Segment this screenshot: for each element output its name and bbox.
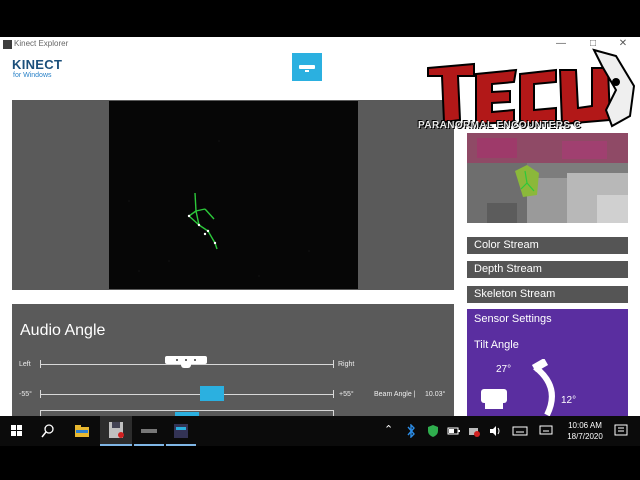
kinect-logo-subtitle: for Windows — [13, 72, 52, 79]
clock-date: 18/7/2020 — [567, 432, 603, 441]
source-angle-track — [40, 410, 334, 411]
tilt-gauge-icon[interactable] — [475, 359, 565, 417]
security-icon[interactable] — [426, 424, 440, 438]
paranormal-logo-text: PARANORMAL ENCOUNTERS C — [418, 120, 582, 131]
kinect-position-icon — [165, 356, 207, 368]
skeleton-stream-button[interactable]: Skeleton Stream — [467, 286, 628, 303]
taskbar-app-active[interactable] — [100, 416, 132, 446]
min-angle-label: -55° — [19, 391, 32, 398]
tilt-angle-label: Tilt Angle — [474, 339, 519, 351]
windows-start-icon[interactable] — [6, 420, 28, 442]
file-explorer-icon[interactable] — [71, 420, 93, 442]
kinect-explorer-icon — [174, 424, 188, 438]
skeleton-bone — [207, 230, 216, 244]
video-panel — [12, 100, 454, 290]
skeleton-joint — [213, 241, 217, 245]
display-icon[interactable] — [539, 425, 553, 437]
app-icon — [3, 40, 12, 49]
beam-angle-track — [40, 394, 334, 395]
max-angle-label: +55° — [339, 391, 354, 398]
audio-angle-title: Audio Angle — [20, 322, 106, 339]
preview-image — [467, 133, 628, 223]
taskbar-kinect-explorer[interactable] — [166, 416, 196, 446]
volume-icon[interactable] — [488, 424, 502, 438]
sensor-settings-title[interactable]: Sensor Settings — [474, 313, 552, 325]
taskbar-kinect-app[interactable] — [134, 416, 164, 446]
kinect-sensor-button[interactable] — [292, 53, 322, 81]
skeleton-overlay — [128, 140, 310, 277]
system-clock[interactable]: 10:06 AM 18/7/2020 — [560, 420, 610, 442]
skeleton-bone — [198, 224, 209, 232]
color-stream-preview[interactable] — [467, 133, 628, 223]
window-title: Kinect Explorer — [14, 39, 69, 48]
beam-angle-value: 10.03° — [425, 391, 446, 398]
skeleton-bone — [188, 210, 197, 217]
keyboard-icon[interactable] — [512, 425, 528, 437]
color-stream-button[interactable]: Color Stream — [467, 237, 628, 254]
depth-stream-button[interactable]: Depth Stream — [467, 261, 628, 278]
kinect-logo: KINECT — [12, 57, 63, 72]
network-icon[interactable] — [467, 424, 481, 438]
sensor-settings-panel: Sensor Settings Tilt Angle 27° 12° — [467, 309, 628, 417]
floppy-app-icon — [109, 422, 124, 438]
skeleton-joint — [206, 229, 210, 233]
kinect-sensor-icon — [299, 65, 315, 69]
taskbar: ⌃ 10:06 AM 18/7/2020 — [0, 416, 640, 446]
bluetooth-icon[interactable] — [405, 424, 417, 438]
skeleton-bone — [194, 192, 197, 212]
beam-angle-label: Beam Angle | — [374, 391, 416, 398]
skeleton-joint — [187, 214, 191, 218]
skeleton-bone — [204, 208, 215, 220]
audio-panel: Audio Angle Left Right -55° +55° Beam An… — [12, 304, 454, 417]
skeleton-joint — [203, 232, 207, 236]
left-label: Left — [19, 361, 31, 368]
kinect-app-icon — [141, 429, 157, 433]
show-hidden-icons-icon[interactable]: ⌃ — [384, 423, 393, 436]
right-label: Right — [338, 361, 355, 368]
skeleton-video-frame — [109, 101, 358, 289]
beam-angle-indicator — [200, 386, 224, 401]
battery-icon[interactable] — [447, 425, 461, 437]
skeleton-joint — [197, 223, 201, 227]
action-center-icon[interactable] — [613, 424, 629, 438]
search-icon[interactable] — [37, 420, 59, 442]
skeleton-bone — [195, 208, 206, 212]
clock-time: 10:06 AM — [568, 421, 602, 430]
